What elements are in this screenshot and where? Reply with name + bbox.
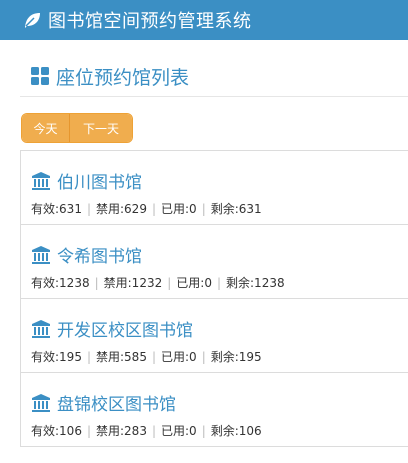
stat-valid: 有效:106 (31, 424, 82, 438)
stat-separator: | (201, 423, 206, 438)
library-stats: 有效:1238 | 禁用:1232 | 已用:0 | 剩余:1238 (31, 274, 285, 291)
top-navbar: 图书馆空间预约管理系统 (0, 0, 408, 40)
stat-separator: | (201, 349, 206, 364)
stat-used: 已用:0 (161, 202, 197, 216)
stat-separator: | (151, 423, 156, 438)
library-item[interactable]: 令希图书馆 有效:1238 | 禁用:1232 | 已用:0 | 剩余:1238 (20, 225, 408, 299)
stat-disabled: 禁用:629 (96, 202, 147, 216)
institution-icon (32, 171, 50, 190)
stat-valid: 有效:195 (31, 350, 82, 364)
stat-valid: 有效:1238 (31, 276, 90, 290)
library-name-row[interactable]: 开发区校区图书馆 (31, 316, 193, 341)
stat-remaining: 剩余:1238 (226, 276, 285, 290)
next-day-button[interactable]: 下一天 (70, 114, 132, 142)
stat-separator: | (151, 349, 156, 364)
stat-remaining: 剩余:195 (210, 350, 262, 364)
library-name-row[interactable]: 盘锦校区图书馆 (31, 390, 176, 415)
stat-separator: | (86, 201, 91, 216)
stat-remaining: 剩余:106 (210, 424, 262, 438)
library-name-row[interactable]: 伯川图书馆 (31, 168, 142, 193)
stat-separator: | (201, 201, 206, 216)
section-title: 座位预约馆列表 (56, 66, 190, 89)
grid-icon (31, 67, 49, 85)
app-title: 图书馆空间预约管理系统 (48, 11, 252, 32)
today-button[interactable]: 今天 (22, 114, 70, 142)
section-divider (20, 96, 408, 97)
stat-separator: | (94, 275, 99, 290)
library-name[interactable]: 令希图书馆 (57, 242, 142, 267)
stat-valid: 有效:631 (31, 202, 82, 216)
day-button-group: 今天 下一天 (21, 113, 133, 143)
library-name-row[interactable]: 令希图书馆 (31, 242, 142, 267)
institution-icon (32, 319, 50, 338)
stat-remaining: 剩余:631 (210, 202, 262, 216)
institution-icon (32, 245, 50, 264)
section-header: 座位预约馆列表 (30, 62, 189, 90)
stat-used: 已用:0 (176, 276, 212, 290)
library-list: 伯川图书馆 有效:631 | 禁用:629 | 已用:0 | 剩余:631 令希图书馆 有效… (20, 150, 408, 447)
library-name[interactable]: 盘锦校区图书馆 (57, 390, 176, 415)
library-item[interactable]: 盘锦校区图书馆 有效:106 | 禁用:283 | 已用:0 | 剩余:106 (20, 373, 408, 447)
stat-used: 已用:0 (161, 350, 197, 364)
library-stats: 有效:106 | 禁用:283 | 已用:0 | 剩余:106 (31, 422, 262, 439)
library-stats: 有效:195 | 禁用:585 | 已用:0 | 剩余:195 (31, 348, 262, 365)
stat-disabled: 禁用:1232 (103, 276, 163, 290)
institution-icon (32, 393, 50, 412)
library-stats: 有效:631 | 禁用:629 | 已用:0 | 剩余:631 (31, 200, 262, 217)
stat-disabled: 禁用:585 (96, 350, 147, 364)
stat-separator: | (216, 275, 222, 290)
leaf-icon (25, 13, 40, 28)
stat-separator: | (167, 275, 172, 290)
stat-separator: | (86, 423, 91, 438)
stat-used: 已用:0 (161, 424, 197, 438)
library-name[interactable]: 开发区校区图书馆 (57, 316, 193, 341)
library-item[interactable]: 伯川图书馆 有效:631 | 禁用:629 | 已用:0 | 剩余:631 (20, 151, 408, 225)
library-item[interactable]: 开发区校区图书馆 有效:195 | 禁用:585 | 已用:0 | 剩余:195 (20, 299, 408, 373)
stat-separator: | (151, 201, 156, 216)
stat-separator: | (86, 349, 91, 364)
stat-disabled: 禁用:283 (96, 424, 147, 438)
library-name[interactable]: 伯川图书馆 (57, 168, 142, 193)
